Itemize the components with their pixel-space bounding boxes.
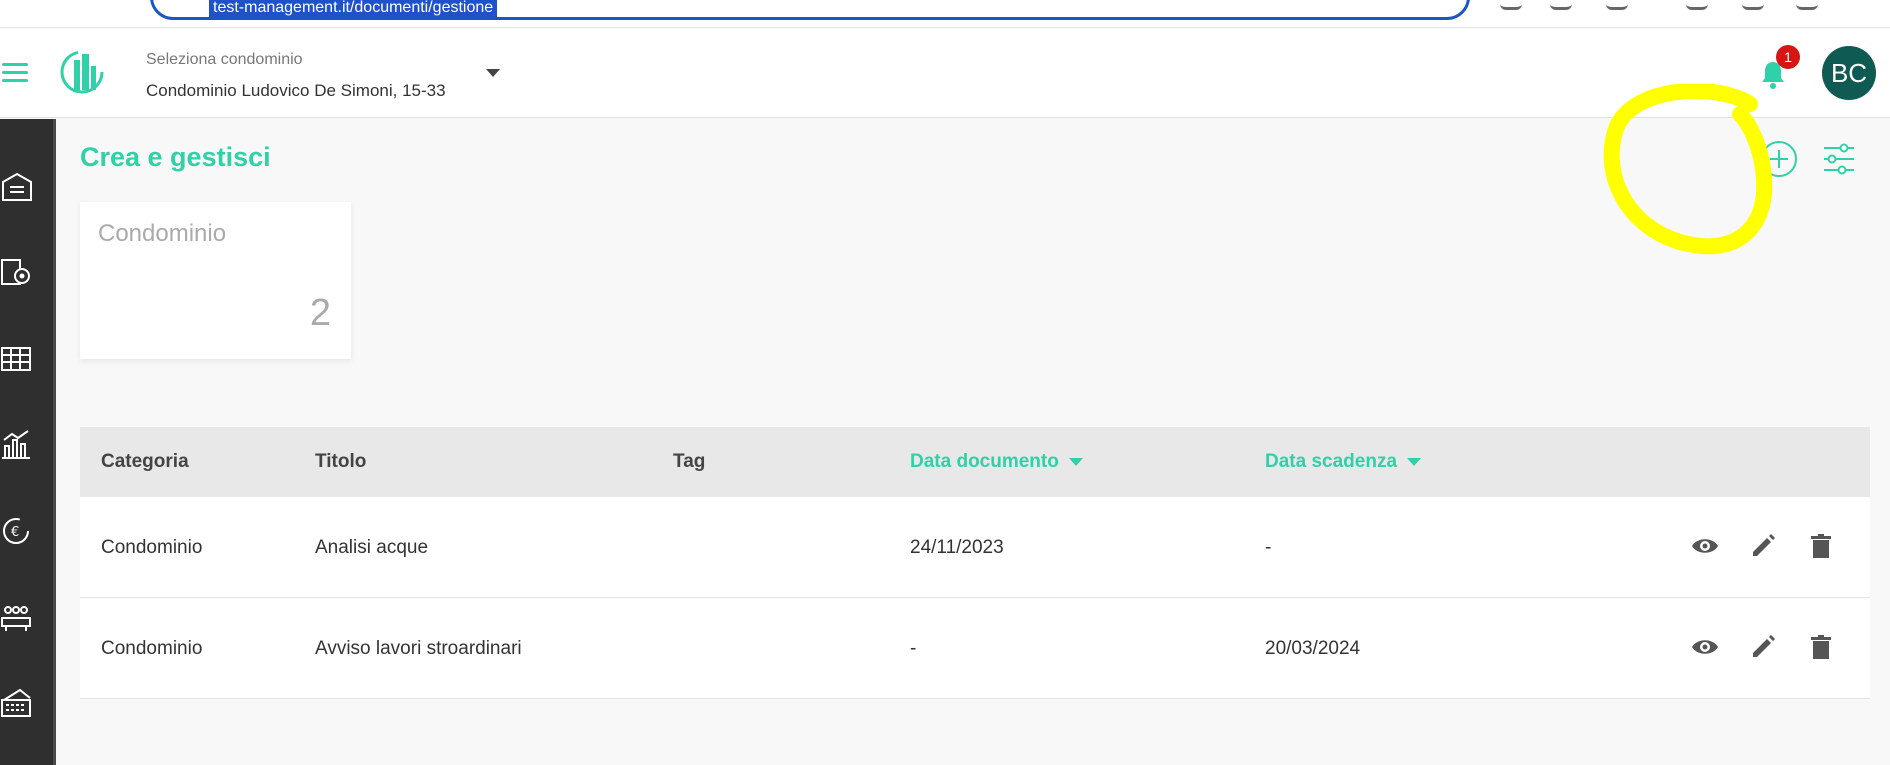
user-avatar[interactable]: BC [1822, 46, 1876, 100]
cell-categoria: Condominio [101, 537, 203, 558]
table-header: Categoria Titolo Tag Data documento Data… [80, 427, 1870, 497]
table-row[interactable]: Condominio Avviso lavori stroardinari - … [80, 598, 1870, 699]
cell-data-scadenza: - [1265, 537, 1272, 558]
notification-badge: 1 [1776, 45, 1800, 69]
column-header-data-documento-label: Data documento [910, 451, 1059, 472]
condominio-selector-label: Seleziona condominio [146, 51, 303, 68]
svg-text:€: € [11, 525, 19, 540]
pencil-icon[interactable] [1748, 632, 1778, 662]
documents-settings-icon[interactable] [0, 256, 34, 290]
eye-icon[interactable] [1690, 632, 1720, 662]
condominio-selected-value: Condominio Ludovico De Simoni, 15-33 [146, 81, 446, 100]
add-circle-icon[interactable] [1760, 140, 1798, 178]
trash-icon[interactable] [1806, 632, 1836, 662]
cell-data-scadenza: 20/03/2024 [1265, 638, 1361, 659]
browser-toolbar: test-management.it/documenti/gestione [0, 0, 1890, 28]
extension-icon[interactable] [1686, 0, 1708, 10]
filter-sliders-icon[interactable] [1822, 142, 1856, 176]
card-count: 2 [309, 292, 331, 334]
address-bar[interactable]: test-management.it/documenti/gestione [150, 0, 1470, 20]
eye-icon[interactable] [1690, 531, 1720, 561]
profile-icon[interactable] [1796, 0, 1818, 10]
column-header-tag: Tag [673, 451, 706, 472]
trash-icon[interactable] [1806, 531, 1836, 561]
condominio-selector[interactable]: Seleziona condominio Condominio Ludovico… [146, 51, 446, 101]
column-header-titolo: Titolo [315, 451, 367, 472]
documents-table: Categoria Titolo Tag Data documento Data… [80, 427, 1870, 699]
sort-caret-icon [1407, 457, 1422, 466]
pencil-icon[interactable] [1748, 531, 1778, 561]
address-text: test-management.it/documenti/gestione [209, 0, 498, 17]
cell-data-documento: - [910, 638, 917, 659]
menu-icon[interactable] [2, 63, 28, 83]
sidebar: € [0, 119, 56, 765]
app-header: Seleziona condominio Condominio Ludovico… [0, 29, 1890, 118]
column-header-data-documento[interactable]: Data documento [910, 427, 1083, 497]
home-icon[interactable] [0, 170, 34, 204]
keyboard-icon[interactable] [0, 686, 34, 720]
category-card[interactable]: Condominio 2 [80, 202, 351, 359]
column-header-data-scadenza-label: Data scadenza [1265, 451, 1398, 472]
extension-icon[interactable] [1742, 0, 1764, 10]
column-header-data-scadenza[interactable]: Data scadenza [1265, 427, 1422, 497]
card-title: Condominio [98, 220, 227, 247]
logo-icon [60, 50, 104, 94]
cell-titolo: Analisi acque [315, 537, 429, 558]
chevron-down-icon[interactable] [486, 69, 500, 77]
extension-icon[interactable] [1550, 0, 1572, 10]
cell-data-documento: 24/11/2023 [910, 537, 1004, 558]
chart-icon[interactable] [0, 428, 34, 462]
cell-categoria: Condominio [101, 638, 203, 659]
page-title: Crea e gestisci [80, 142, 271, 172]
sort-caret-icon [1068, 457, 1083, 466]
extension-icon[interactable] [1606, 0, 1628, 10]
euro-cycle-icon[interactable]: € [0, 514, 34, 548]
column-header-categoria: Categoria [101, 451, 189, 472]
cell-titolo: Avviso lavori stroardinari [315, 638, 522, 659]
table-icon[interactable] [0, 342, 34, 376]
extension-icon[interactable] [1500, 0, 1522, 10]
people-meeting-icon[interactable] [0, 600, 34, 634]
table-row[interactable]: Condominio Analisi acque 24/11/2023 - [80, 497, 1870, 598]
